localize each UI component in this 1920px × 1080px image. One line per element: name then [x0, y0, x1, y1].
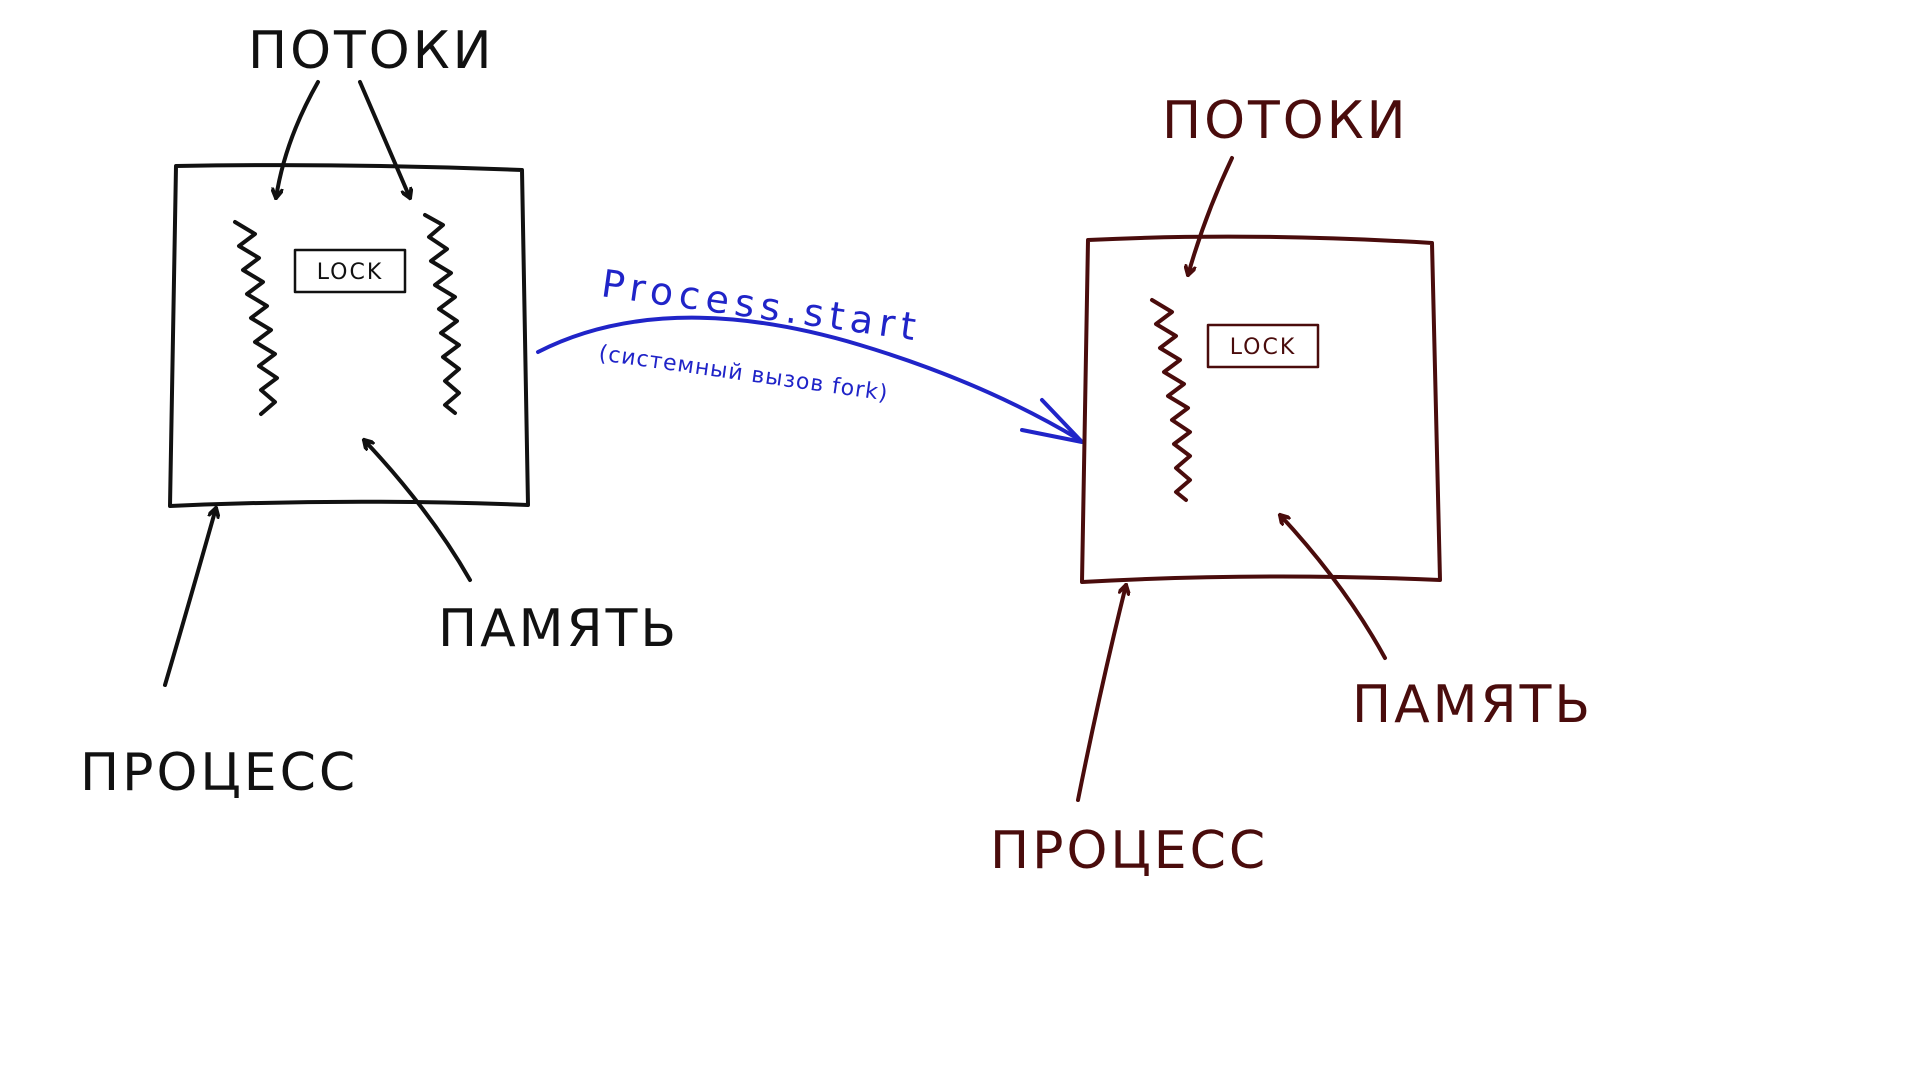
child-threads-label: ПОТОКИ — [1162, 91, 1409, 151]
child-memory-label: ПАМЯТЬ — [1352, 675, 1593, 735]
parent-memory-label: ПАМЯТЬ — [438, 599, 679, 659]
parent-threads-arrow-left — [276, 80, 320, 198]
parent-thread-1-squiggle — [233, 220, 279, 416]
fork-call-sublabel: (системный вызов fork) — [597, 341, 890, 406]
parent-threads-label: ПОТОКИ — [248, 21, 495, 81]
parent-process-arrow — [163, 508, 216, 687]
child-process-label: ПРОЦЕСС — [990, 821, 1268, 881]
parent-process-group — [163, 80, 530, 687]
parent-process-box — [168, 163, 530, 508]
fork-call-label: Process.start — [599, 261, 925, 349]
parent-memory-arrow — [364, 440, 472, 582]
child-memory-arrow — [1280, 515, 1387, 660]
fork-diagram: ПОТОКИ LOCK ПАМЯТЬ ПРОЦЕСС Process.start… — [80, 21, 1593, 881]
child-process-box — [1080, 234, 1442, 584]
child-process-arrow — [1076, 585, 1126, 802]
child-threads-arrow — [1188, 156, 1234, 275]
parent-lock-label: LOCK — [317, 260, 384, 285]
child-thread-squiggle — [1150, 298, 1192, 502]
parent-thread-2-squiggle — [423, 213, 461, 415]
call-group: Process.start (системный вызов fork) — [536, 261, 1084, 444]
parent-process-label: ПРОЦЕСС — [80, 743, 358, 803]
child-lock-label: LOCK — [1230, 335, 1297, 360]
parent-threads-arrow-right — [358, 80, 410, 198]
